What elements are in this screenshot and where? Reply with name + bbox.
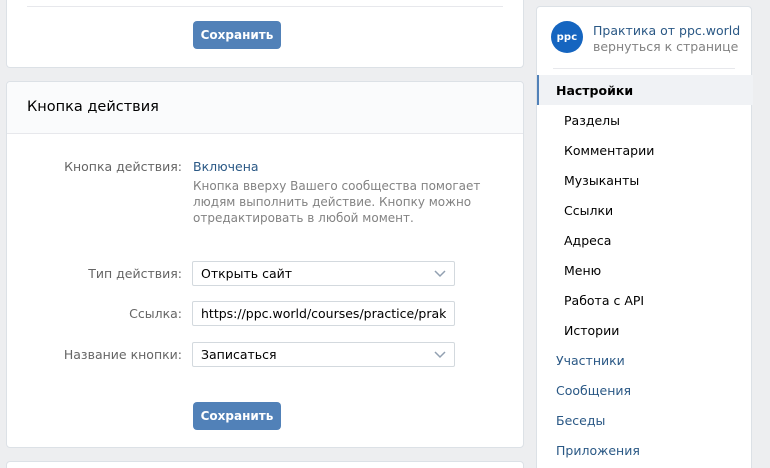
sidebar-item[interactable]: Истории xyxy=(537,315,753,345)
settings-sidebar: ppc Практика от ppc.world вернуться к ст… xyxy=(536,6,753,468)
back-to-page-link[interactable]: вернуться к странице xyxy=(593,39,738,54)
sidebar-item[interactable]: Адреса xyxy=(537,225,753,255)
sidebar-item[interactable]: Работа с API xyxy=(537,285,753,315)
sidebar-item[interactable]: Приложения xyxy=(537,435,753,465)
sidebar-item[interactable]: Музыканты xyxy=(537,165,753,195)
button-name-value: Записаться xyxy=(201,347,277,362)
action-button-hint: Кнопка вверху Вашего сообщества помогает… xyxy=(193,179,481,225)
community-name-link[interactable]: Практика от ppc.world xyxy=(593,23,740,38)
button-name-select[interactable]: Записаться xyxy=(192,342,455,367)
action-button-label: Кнопка действия: xyxy=(64,159,182,174)
sidebar-item[interactable]: Меню xyxy=(537,255,753,285)
avatar[interactable]: ppc xyxy=(551,21,583,53)
divider xyxy=(553,68,735,69)
sidebar-item[interactable]: Участники xyxy=(537,345,753,375)
save-button[interactable]: Сохранить xyxy=(193,402,281,430)
sidebar-item[interactable]: Сообщения xyxy=(537,375,753,405)
sidebar-item[interactable]: Беседы xyxy=(537,405,753,435)
sidebar-item[interactable]: Разделы xyxy=(537,105,753,135)
action-type-select[interactable]: Открыть сайт xyxy=(192,261,455,286)
action-button-status-link[interactable]: Включена xyxy=(193,159,259,174)
action-type-value: Открыть сайт xyxy=(201,266,293,281)
divider xyxy=(27,6,503,7)
button-name-label: Название кнопки: xyxy=(63,347,182,362)
action-type-label: Тип действия: xyxy=(88,266,182,281)
action-button-card: Кнопка действия Кнопка действия: Включен… xyxy=(6,81,524,448)
sidebar-item[interactable]: Комментарии xyxy=(537,135,753,165)
save-button[interactable]: Сохранить xyxy=(193,21,281,49)
sidebar-item[interactable]: Настройки xyxy=(537,75,753,105)
chevron-down-icon xyxy=(434,349,446,361)
sidebar-item[interactable]: Ссылки xyxy=(537,195,753,225)
previous-settings-card: Сохранить xyxy=(6,0,524,68)
link-input-value: https://ppc.world/courses/practice/prakt… xyxy=(201,306,446,321)
link-label: Ссылка: xyxy=(129,306,182,321)
community-header: ppc Практика от ppc.world вернуться к ст… xyxy=(537,7,753,69)
next-settings-card xyxy=(6,461,524,468)
sidebar-menu: Настройки Разделы Комментарии Музыканты Ссыл… xyxy=(537,75,753,465)
section-title: Кнопка действия xyxy=(7,82,523,134)
link-input[interactable]: https://ppc.world/courses/practice/prakt… xyxy=(192,301,455,326)
chevron-down-icon xyxy=(434,268,446,280)
